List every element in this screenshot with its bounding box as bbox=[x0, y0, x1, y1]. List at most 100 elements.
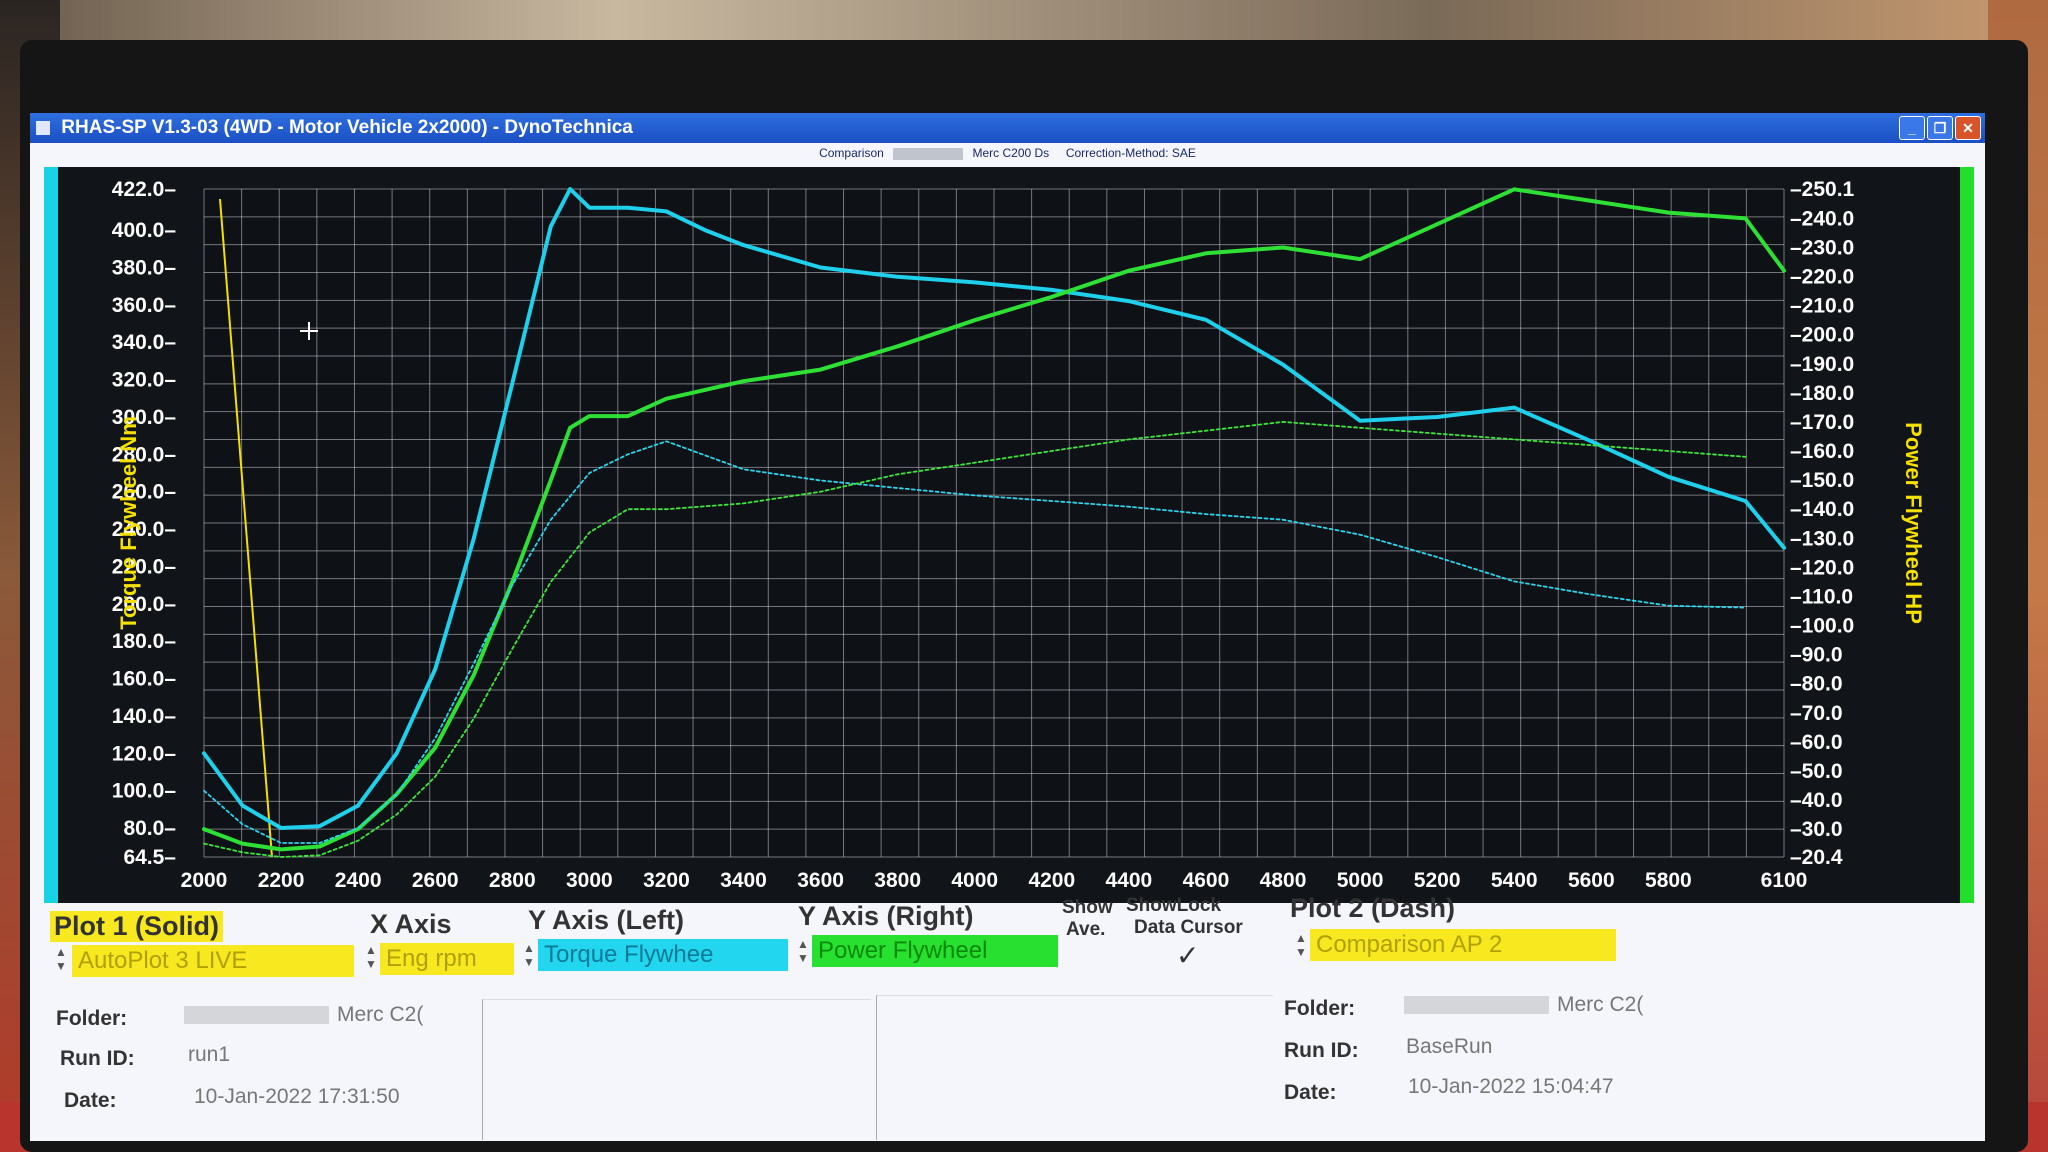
y-right-tick-label: –40.0 bbox=[1790, 789, 1843, 812]
y-right-tick-label: –120.0 bbox=[1790, 556, 1854, 579]
correction-label: Correction-Method: SAE bbox=[1065, 146, 1196, 160]
x-tick-label: 2200 bbox=[258, 869, 305, 892]
x-tick-label: 5400 bbox=[1491, 869, 1538, 892]
y-right-tick-label: –160.0 bbox=[1790, 440, 1854, 463]
y-right-tick-label: –230.0 bbox=[1790, 236, 1854, 259]
redacted-field bbox=[1404, 996, 1549, 1015]
plot2-select[interactable]: Comparison AP 2 bbox=[1310, 929, 1616, 961]
y-left-tick-label: 340.0– bbox=[112, 331, 177, 354]
y-axis-right-heading: Y Axis (Right) bbox=[798, 901, 974, 931]
y-left-tick-label: 380.0– bbox=[112, 256, 177, 279]
plot2-spinner[interactable]: ▲ ▼ bbox=[1294, 931, 1308, 961]
notes-box-1[interactable] bbox=[482, 999, 871, 1140]
y-right-tick-label: –190.0 bbox=[1790, 353, 1854, 376]
application-window: RHAS-SP V1.3-03 (4WD - Motor Vehicle 2x2… bbox=[30, 113, 1985, 1141]
y-left-select[interactable]: Torque Flywhee bbox=[538, 939, 788, 971]
x-tick-label: 3600 bbox=[797, 869, 844, 892]
plot1-date-label: Date: bbox=[64, 1089, 117, 1112]
x-tick-label: 6100 bbox=[1761, 869, 1808, 892]
y-left-tick-label: 320.0– bbox=[112, 369, 177, 392]
y-left-tick-label: 422.0– bbox=[112, 178, 177, 201]
y-left-tick-label: 64.5– bbox=[123, 846, 176, 869]
plot1-folder-label: Folder: bbox=[56, 1007, 128, 1030]
comparison-label: Comparison bbox=[819, 146, 884, 160]
y-right-tick-label: –70.0 bbox=[1790, 702, 1843, 725]
plot2-heading: Plot 2 (Dash) bbox=[1290, 893, 1456, 923]
y-right-tick-label: –170.0 bbox=[1790, 411, 1854, 434]
x-tick-label: 3400 bbox=[720, 869, 767, 892]
y-right-tick-label: –210.0 bbox=[1790, 295, 1854, 318]
y-right-tick-label: –90.0 bbox=[1790, 644, 1843, 667]
plot1-spinner[interactable]: ▲ ▼ bbox=[54, 945, 68, 975]
showlock-heading-1: ShowLock bbox=[1126, 895, 1222, 916]
y-right-axis-title: Power Flywheel HP bbox=[1901, 422, 1926, 624]
x-tick-label: 3800 bbox=[874, 869, 921, 892]
y-right-tick-label: –180.0 bbox=[1790, 382, 1854, 405]
plot2-date-label: Date: bbox=[1284, 1081, 1337, 1104]
y-right-tick-label: –150.0 bbox=[1790, 469, 1854, 492]
x-tick-label: 2600 bbox=[412, 869, 459, 892]
y-left-tick-label: 400.0– bbox=[112, 219, 177, 242]
x-tick-label: 3000 bbox=[566, 869, 613, 892]
plot1-runid-label: Run ID: bbox=[60, 1047, 135, 1070]
x-axis-heading: X Axis bbox=[370, 909, 452, 939]
y-right-tick-label: –20.4 bbox=[1790, 846, 1843, 869]
plot1-date-value: 10-Jan-2022 17:31:50 bbox=[194, 1085, 400, 1108]
minimize-icon[interactable]: _ bbox=[1899, 116, 1925, 140]
show-ave-heading-2: Ave. bbox=[1066, 919, 1106, 940]
plot1-folder-value: Merc C2( bbox=[184, 1003, 423, 1027]
close-icon[interactable]: ✕ bbox=[1955, 116, 1981, 140]
x-tick-label: 4000 bbox=[951, 869, 998, 892]
x-tick-label: 2800 bbox=[489, 869, 536, 892]
y-right-tick-label: –50.0 bbox=[1790, 760, 1843, 783]
plot1-runid-value: run1 bbox=[188, 1043, 231, 1066]
x-axis-select[interactable]: Eng rpm bbox=[380, 943, 514, 975]
y-right-select[interactable]: Power Flywheel bbox=[812, 935, 1058, 967]
x-tick-label: 5600 bbox=[1568, 869, 1615, 892]
plot2-folder-label: Folder: bbox=[1284, 997, 1356, 1020]
y-right-tick-label: –140.0 bbox=[1790, 498, 1854, 521]
plot-subheader: Comparison Merc C200 Ds Correction-Metho… bbox=[30, 146, 1985, 160]
showlock-heading-2: Data Cursor bbox=[1134, 917, 1243, 938]
data-cursor-checkbox[interactable]: ✓ bbox=[1176, 939, 1199, 972]
y-right-tick-label: –250.1 bbox=[1790, 178, 1855, 201]
y-right-tick-label: –110.0 bbox=[1790, 585, 1853, 608]
y-right-tick-label: –100.0 bbox=[1790, 615, 1854, 638]
plot1-heading: Plot 1 (Solid) bbox=[50, 911, 223, 942]
app-icon bbox=[36, 120, 50, 135]
x-tick-label: 4400 bbox=[1106, 869, 1153, 892]
y-right-spinner[interactable]: ▲ ▼ bbox=[796, 937, 810, 967]
notes-box-2[interactable] bbox=[876, 995, 1273, 1140]
y-right-tick-label: –220.0 bbox=[1790, 266, 1854, 289]
dyno-plot[interactable]: 2000 2200 2400 2600 2800 3000 3200 3400 3600 3800… bbox=[44, 167, 1974, 907]
restore-icon[interactable]: ❐ bbox=[1927, 116, 1953, 140]
x-tick-label: 4600 bbox=[1183, 869, 1230, 892]
dyno-chart[interactable]: 2000 2200 2400 2600 2800 3000 3200 3400 3600 3800… bbox=[44, 167, 1974, 907]
y-right-tick-label: –240.0 bbox=[1790, 207, 1854, 230]
redacted-field bbox=[893, 147, 964, 160]
plot2-date-value: 10-Jan-2022 15:04:47 bbox=[1408, 1075, 1614, 1098]
show-ave-heading-1: Show bbox=[1062, 897, 1113, 918]
redacted-field bbox=[184, 1006, 329, 1025]
y-left-tick-label: 100.0– bbox=[112, 780, 177, 803]
y-left-tick-label: 80.0– bbox=[123, 817, 176, 840]
y-left-tick-label: 180.0– bbox=[112, 630, 177, 653]
y-right-tick-label: –80.0 bbox=[1790, 673, 1843, 696]
y-left-axis-title: Torque Flywheel Nm bbox=[116, 416, 141, 630]
y-right-tick-label: –30.0 bbox=[1790, 818, 1843, 841]
y-left-tick-label: 120.0– bbox=[112, 742, 177, 765]
plot1-select[interactable]: AutoPlot 3 LIVE bbox=[72, 945, 354, 977]
window-title: RHAS-SP V1.3-03 (4WD - Motor Vehicle 2x2… bbox=[61, 117, 633, 138]
x-tick-label: 3200 bbox=[643, 869, 690, 892]
x-tick-label: 5000 bbox=[1337, 869, 1384, 892]
x-tick-label: 4200 bbox=[1028, 869, 1075, 892]
x-tick-label: 5800 bbox=[1645, 869, 1692, 892]
plot-settings-panel: Plot 1 (Solid) X Axis Y Axis (Left) Y Ax… bbox=[44, 893, 1974, 1141]
y-left-spinner[interactable]: ▲ ▼ bbox=[522, 941, 536, 971]
x-tick-label: 4800 bbox=[1260, 869, 1307, 892]
x-tick-label: 5200 bbox=[1414, 869, 1461, 892]
y-right-tick-label: –200.0 bbox=[1790, 324, 1854, 347]
title-bar[interactable]: RHAS-SP V1.3-03 (4WD - Motor Vehicle 2x2… bbox=[30, 113, 1985, 143]
x-tick-label: 2000 bbox=[181, 869, 228, 892]
x-axis-spinner[interactable]: ▲ ▼ bbox=[364, 943, 378, 973]
